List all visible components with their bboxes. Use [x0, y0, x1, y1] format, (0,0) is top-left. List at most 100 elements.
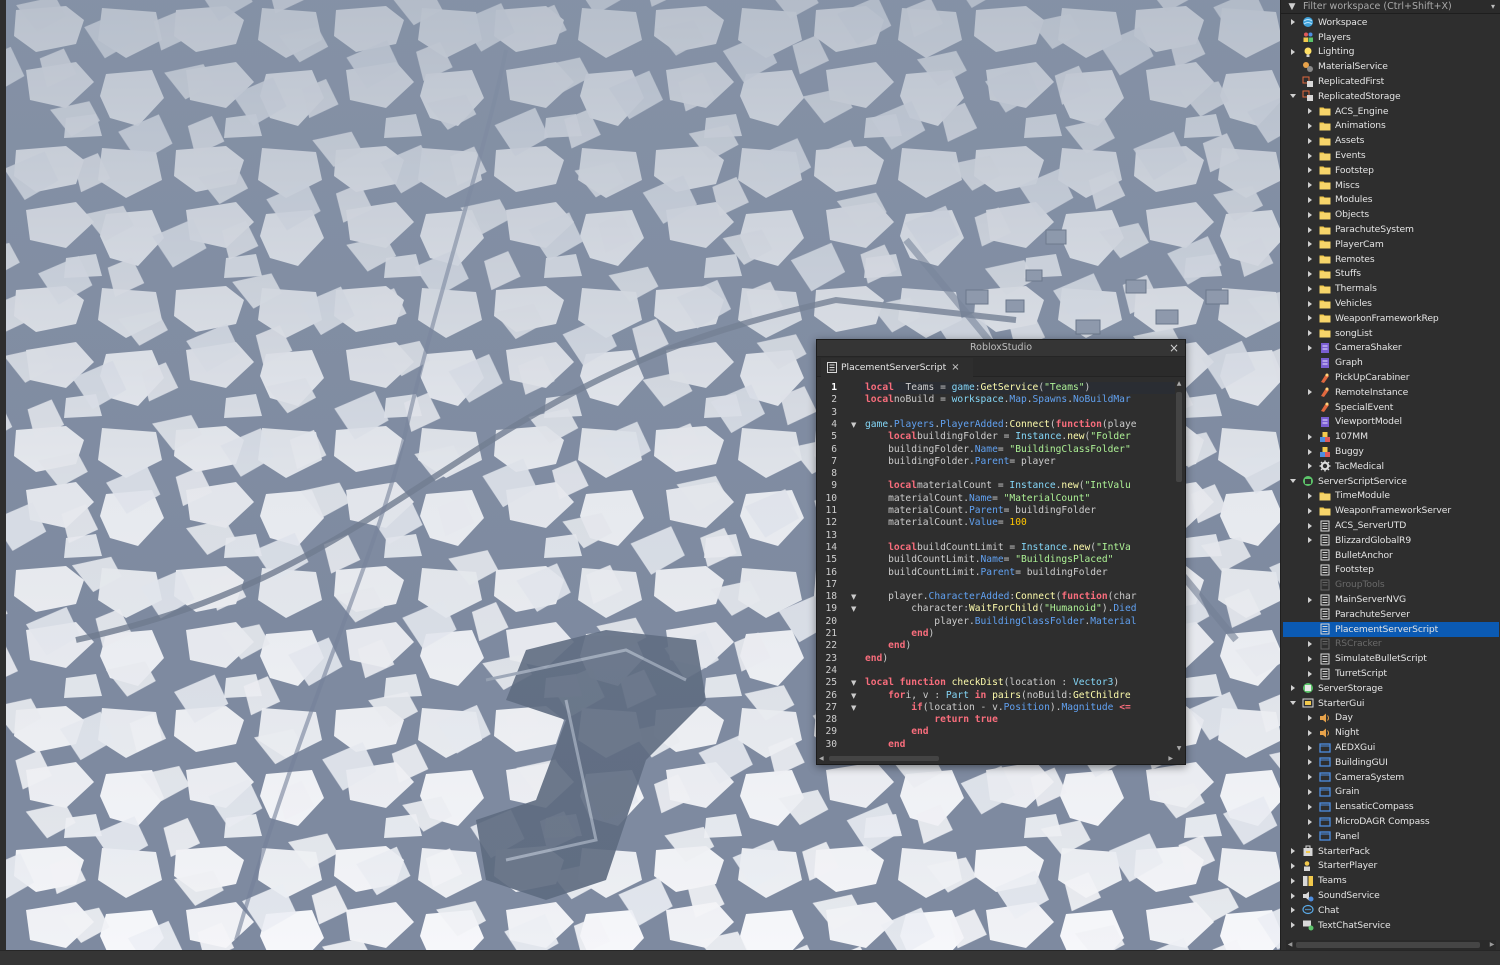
explorer-item[interactable]: TurretScript: [1283, 666, 1499, 681]
expand-arrow-icon[interactable]: [1304, 253, 1316, 265]
code-editor[interactable]: 1 local Teams = game:GetService("Teams") 2…: [817, 378, 1185, 754]
code-line[interactable]: end: [865, 726, 1173, 738]
expand-arrow-icon[interactable]: [1304, 490, 1316, 502]
explorer-item[interactable]: Animations: [1283, 119, 1499, 134]
code-line[interactable]: character:WaitForChild("Humanoid").Died: [865, 603, 1173, 615]
explorer-item[interactable]: Lighting: [1283, 45, 1499, 60]
explorer-item[interactable]: Events: [1283, 148, 1499, 163]
explorer-filter-input[interactable]: Filter workspace (Ctrl+Shift+X): [1303, 1, 1486, 12]
expand-arrow-icon[interactable]: [1287, 904, 1299, 916]
explorer-item[interactable]: Stuffs: [1283, 267, 1499, 282]
expand-arrow-icon[interactable]: [1304, 164, 1316, 176]
code-line[interactable]: player.CharacterAdded:Connect(function(c…: [865, 591, 1173, 603]
expand-arrow-icon[interactable]: [1287, 845, 1299, 857]
close-window-icon[interactable]: ×: [1169, 341, 1179, 355]
expand-arrow-icon[interactable]: [1287, 16, 1299, 28]
explorer-item[interactable]: TacMedical: [1283, 459, 1499, 474]
fold-toggle-icon[interactable]: ▼: [851, 591, 859, 603]
expand-arrow-icon[interactable]: [1304, 505, 1316, 517]
explorer-item[interactable]: Buggy: [1283, 444, 1499, 459]
explorer-item[interactable]: TimeModule: [1283, 489, 1499, 504]
explorer-item[interactable]: MainServerNVG: [1283, 592, 1499, 607]
explorer-item[interactable]: Chat: [1283, 903, 1499, 918]
explorer-item[interactable]: MaterialService: [1283, 59, 1499, 74]
expand-arrow-icon[interactable]: [1304, 268, 1316, 280]
explorer-item[interactable]: Assets: [1283, 133, 1499, 148]
explorer-item[interactable]: Panel: [1283, 829, 1499, 844]
fold-toggle-icon[interactable]: ▼: [851, 690, 859, 702]
explorer-item[interactable]: WeaponFrameworkServer: [1283, 503, 1499, 518]
expand-arrow-icon[interactable]: [1287, 46, 1299, 58]
expand-arrow-icon[interactable]: [1304, 179, 1316, 191]
code-line[interactable]: fori, v : Part in pairs(noBuild:GetChild…: [865, 690, 1173, 702]
explorer-item[interactable]: SoundService: [1283, 888, 1499, 903]
expand-arrow-icon[interactable]: [1304, 460, 1316, 472]
explorer-item[interactable]: Grain: [1283, 785, 1499, 800]
explorer-item[interactable]: BuildingGUI: [1283, 755, 1499, 770]
fold-toggle-icon[interactable]: ▼: [851, 702, 859, 714]
code-line[interactable]: end): [865, 628, 1173, 640]
scroll-left-arrow-icon[interactable]: ◀: [1286, 940, 1294, 950]
scroll-left-arrow-icon[interactable]: ◀: [819, 754, 824, 763]
explorer-item[interactable]: ServerScriptService: [1283, 474, 1499, 489]
expand-arrow-icon[interactable]: [1304, 756, 1316, 768]
explorer-item[interactable]: GroupTools: [1283, 577, 1499, 592]
code-line[interactable]: buildingFolder.Name= "BuildingClassFolde…: [865, 444, 1173, 456]
scrollbar-thumb[interactable]: [1176, 392, 1182, 482]
expand-arrow-icon[interactable]: [1304, 150, 1316, 162]
explorer-item[interactable]: ACS_Engine: [1283, 104, 1499, 119]
explorer-item[interactable]: Miscs: [1283, 178, 1499, 193]
explorer-item[interactable]: ACS_ServerUTD: [1283, 518, 1499, 533]
code-line[interactable]: materialCount.Value= 100: [865, 517, 1173, 529]
explorer-item[interactable]: AEDXGui: [1283, 740, 1499, 755]
fold-toggle-icon[interactable]: ▼: [851, 419, 859, 431]
explorer-item[interactable]: PickUpCarabiner: [1283, 370, 1499, 385]
editor-vertical-scrollbar[interactable]: ▲ ▼: [1175, 380, 1183, 752]
explorer-item[interactable]: Footstep: [1283, 163, 1499, 178]
explorer-item[interactable]: WeaponFrameworkRep: [1283, 311, 1499, 326]
explorer-item[interactable]: Day: [1283, 711, 1499, 726]
explorer-item[interactable]: Night: [1283, 725, 1499, 740]
scroll-down-arrow-icon[interactable]: ▼: [1175, 745, 1183, 752]
expand-arrow-icon[interactable]: [1304, 446, 1316, 458]
expand-arrow-icon[interactable]: [1287, 919, 1299, 931]
code-line[interactable]: if(location - v.Position).Magnitude <=: [865, 702, 1173, 714]
explorer-item[interactable]: Footstep: [1283, 563, 1499, 578]
expand-arrow-icon[interactable]: [1304, 520, 1316, 532]
expand-arrow-icon[interactable]: [1304, 209, 1316, 221]
code-line[interactable]: buildCountLimit.Name= "BuildingsPlaced": [865, 554, 1173, 566]
explorer-item[interactable]: ParachuteSystem: [1283, 222, 1499, 237]
expand-arrow-icon[interactable]: [1304, 283, 1316, 295]
explorer-item[interactable]: Teams: [1283, 873, 1499, 888]
tab-placement-server-script[interactable]: PlacementServerScript ×: [821, 358, 973, 377]
expand-arrow-icon[interactable]: [1304, 327, 1316, 339]
code-line[interactable]: local Teams = game:GetService("Teams"): [865, 382, 1173, 394]
window-titlebar[interactable]: RobloxStudio ×: [817, 340, 1185, 357]
explorer-item[interactable]: Objects: [1283, 207, 1499, 222]
close-tab-icon[interactable]: ×: [951, 362, 959, 373]
explorer-item[interactable]: BlizzardGlobalR9: [1283, 533, 1499, 548]
expand-arrow-icon[interactable]: [1304, 727, 1316, 739]
explorer-item[interactable]: RemoteInstance: [1283, 385, 1499, 400]
code-line[interactable]: game.Players.PlayerAdded:Connect(functio…: [865, 419, 1173, 431]
expand-arrow-icon[interactable]: [1304, 668, 1316, 680]
explorer-item[interactable]: SimulateBulletScript: [1283, 651, 1499, 666]
code-line[interactable]: localbuildCountLimit = Instance.new("Int…: [865, 542, 1173, 554]
expand-arrow-icon[interactable]: [1304, 135, 1316, 147]
explorer-item[interactable]: Workspace: [1283, 15, 1499, 30]
scrollbar-thumb[interactable]: [829, 756, 939, 761]
expand-arrow-icon[interactable]: [1304, 816, 1316, 828]
explorer-item[interactable]: ReplicatedFirst: [1283, 74, 1499, 89]
explorer-filter-bar[interactable]: ▼ Filter workspace (Ctrl+Shift+X) ▾: [1281, 0, 1500, 14]
explorer-item[interactable]: StarterPlayer: [1283, 859, 1499, 874]
editor-horizontal-scrollbar[interactable]: ◀ ▶: [819, 754, 1173, 763]
explorer-item[interactable]: MicroDAGR Compass: [1283, 814, 1499, 829]
explorer-horizontal-scrollbar[interactable]: ◀ ▶: [1286, 940, 1496, 950]
explorer-item[interactable]: ViewportModel: [1283, 415, 1499, 430]
explorer-item[interactable]: TextChatService: [1283, 918, 1499, 933]
scroll-right-arrow-icon[interactable]: ▶: [1488, 940, 1496, 950]
explorer-item[interactable]: Vehicles: [1283, 296, 1499, 311]
expand-arrow-icon[interactable]: [1287, 860, 1299, 872]
code-line[interactable]: localnoBuild = workspace.Map.Spawns.NoBu…: [865, 394, 1173, 406]
explorer-item[interactable]: PlayerCam: [1283, 237, 1499, 252]
